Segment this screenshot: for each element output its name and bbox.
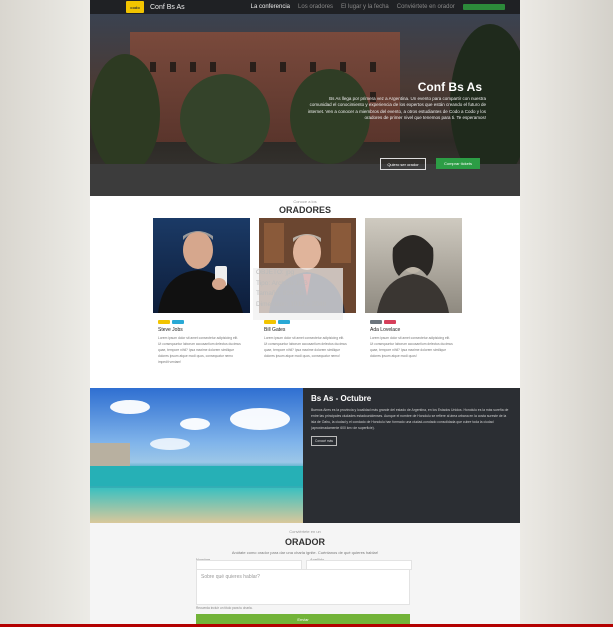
become-speaker-button[interactable]: Quiero ser orador [380, 158, 426, 170]
talk-topic-textarea[interactable]: Sobre qué quieres hablar? [196, 569, 410, 605]
nav-link-orador[interactable]: Conviértete en orador [397, 4, 455, 10]
tooltip-line: OBJETO: jpg [256, 269, 295, 276]
nav-link-oradores[interactable]: Los oradores [298, 4, 333, 10]
tag-badges [158, 320, 184, 324]
navbar: codo Conf Bs As La conferencia Los orado… [90, 0, 520, 14]
nav-buy-tickets-button[interactable] [462, 4, 505, 10]
nav-link-conferencia[interactable]: La conferencia [251, 4, 290, 10]
tooltip-line: Dimensión: 1912 x 2048 [256, 300, 327, 308]
learn-more-button[interactable]: Conocé más [311, 436, 337, 446]
speaker-name: Steve Jobs [158, 327, 183, 333]
hero-banner: Conf Bs As Bs As llega por primera vez a… [90, 14, 520, 196]
speakers-title: ORADORES [278, 205, 331, 215]
brand-name[interactable]: Conf Bs As [150, 4, 185, 11]
speaker-name: Ada Lovelace [370, 327, 401, 333]
venue-title: Bs As - Octubre [311, 394, 372, 403]
submit-label: Enviar [297, 617, 309, 622]
speaker-photo [153, 218, 250, 313]
form-subtitle: Anótate como orador para dar una charla … [231, 550, 379, 555]
speaker-photo [365, 218, 462, 313]
speaker-bio: Lorem ipsum dolor sit amet consectetur a… [370, 336, 453, 358]
tooltip-line: Tipo: Archivo JPG [256, 279, 308, 287]
right-bezel [520, 0, 613, 627]
hero-title: Conf Bs As [417, 80, 482, 94]
speaker-bio: Lorem ipsum dolor sit amet consectetur a… [264, 336, 347, 358]
form-title: ORADOR [285, 537, 325, 547]
left-bezel [0, 0, 90, 627]
speaker-card-jobs[interactable]: Steve Jobs Lorem ipsum dolor sit amet co… [153, 218, 250, 383]
venue-description: Buenos Aires es la provincia y localidad… [311, 408, 509, 431]
tag-badges [370, 320, 396, 324]
speaker-name: Bill Gates [264, 327, 286, 333]
nav-link-lugar[interactable]: El lugar y la fecha [341, 4, 389, 10]
codo-logo[interactable]: codo [126, 1, 144, 13]
speakers-kicker: Conoce a los [293, 199, 317, 204]
form-hint: Recuerda incluir un título para tu charl… [196, 606, 253, 610]
venue-section: Bs As - Octubre Buenos Aires es la provi… [303, 388, 520, 523]
nav-links: La conferencia Los oradores El lugar y l… [251, 4, 455, 10]
form-kicker: Conviértete en un [289, 529, 321, 534]
web-page: codo Conf Bs As La conferencia Los orado… [90, 0, 520, 627]
hero-description: Bs As llega por primera vez a Argentina.… [307, 96, 486, 120]
tag-badges [264, 320, 290, 324]
speaker-card-lovelace[interactable]: Ada Lovelace Lorem ipsum dolor sit amet … [365, 218, 462, 383]
tooltip-line: Tamaño: 994 KB [256, 290, 305, 298]
file-info-tooltip: OBJETO: jpg Tipo: Archivo JPG Tamaño: 99… [253, 268, 343, 320]
speaker-bio: Lorem ipsum dolor sit amet consectetur a… [158, 336, 241, 364]
buy-tickets-button[interactable]: Comprar tickets [436, 158, 480, 169]
beach-image [90, 388, 303, 523]
